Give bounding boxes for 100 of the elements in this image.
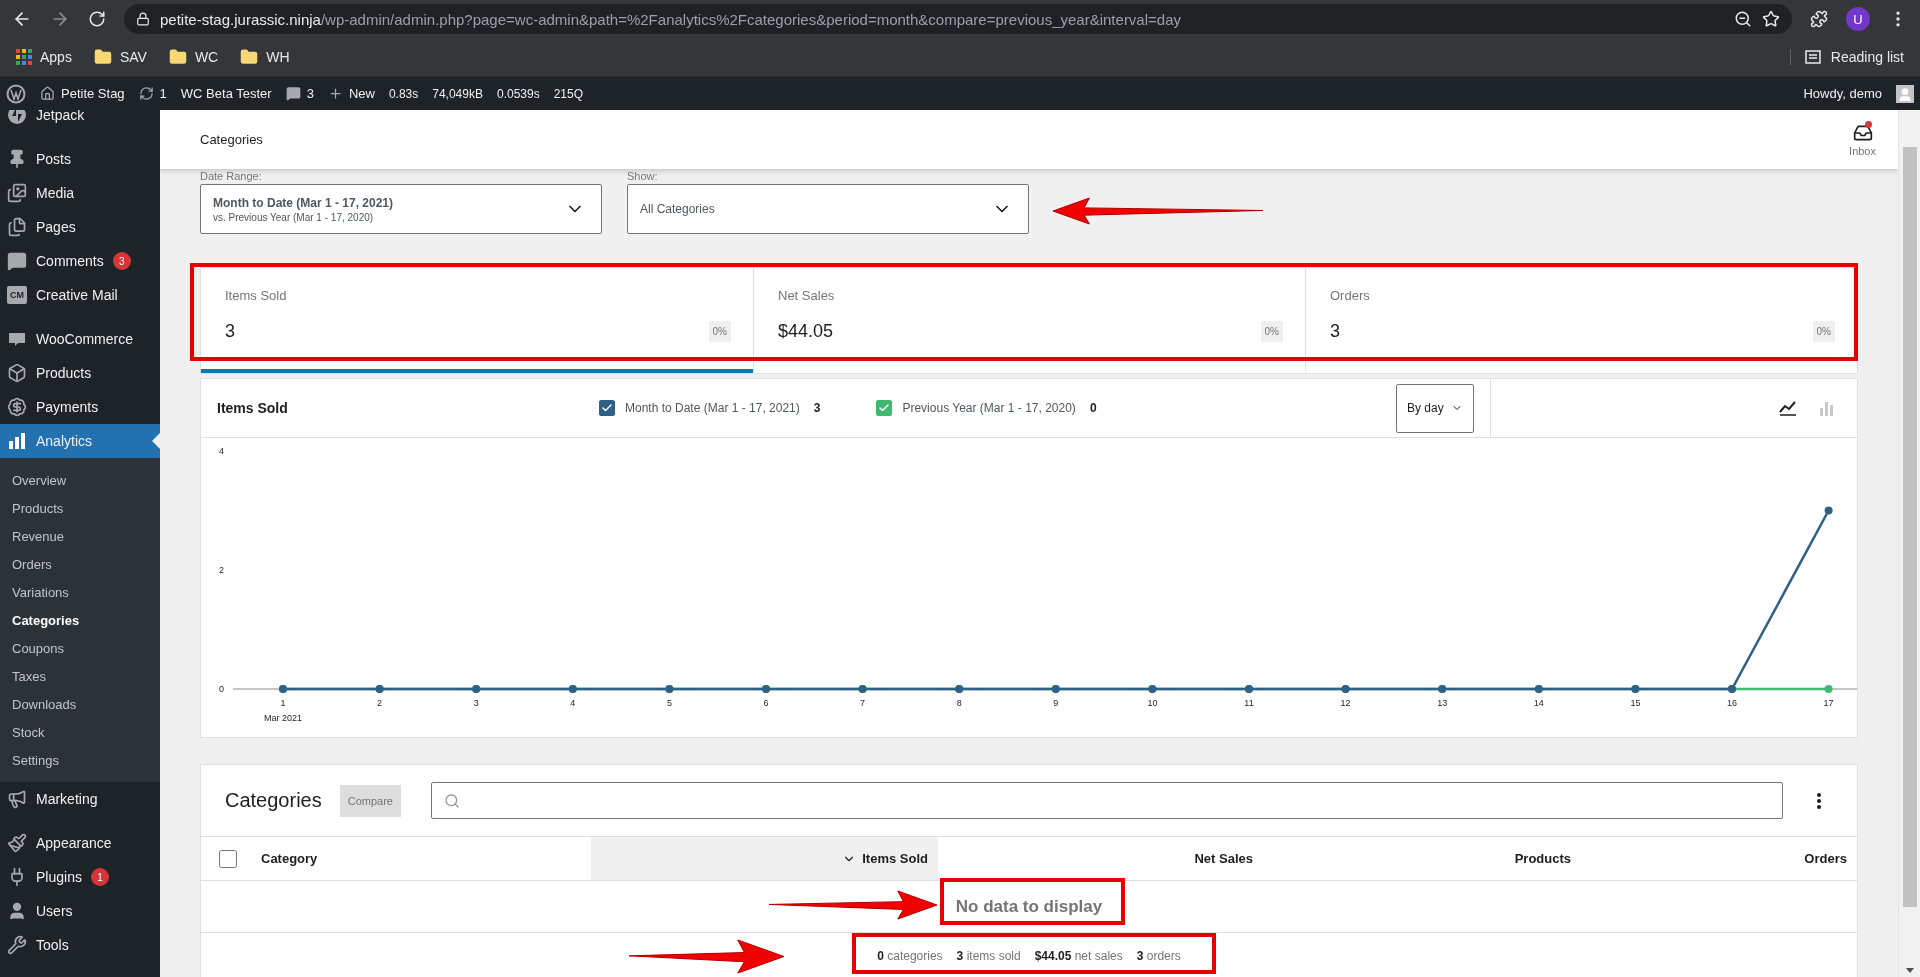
cm-icon: CM bbox=[7, 286, 27, 304]
menu-item[interactable]: Posts bbox=[0, 142, 160, 176]
menu-item[interactable]: Appearance bbox=[0, 826, 160, 860]
menu-item[interactable]: Media bbox=[0, 176, 160, 210]
reload-icon[interactable] bbox=[88, 10, 106, 28]
apps-grid-icon bbox=[16, 49, 32, 65]
submenu-item[interactable]: Categories bbox=[0, 606, 160, 634]
submenu-item[interactable]: Orders bbox=[0, 550, 160, 578]
filter-label: Show: bbox=[627, 170, 659, 184]
metric-label: Orders bbox=[1330, 288, 1371, 303]
submenu-item[interactable]: Settings bbox=[0, 746, 160, 774]
x-tick-label: 17 bbox=[1823, 698, 1834, 708]
total-summary: 3 orders bbox=[1136, 949, 1181, 963]
lock-icon bbox=[136, 12, 150, 26]
bookmark[interactable]: SAV bbox=[93, 48, 147, 66]
submenu-item[interactable]: Coupons bbox=[0, 634, 160, 662]
folder-icon bbox=[240, 48, 259, 66]
star-icon[interactable] bbox=[1762, 10, 1780, 28]
metric-value: $44.05 bbox=[778, 321, 834, 342]
select-all-checkbox[interactable] bbox=[219, 849, 237, 868]
summary-card[interactable]: Orders 3 0% bbox=[1305, 268, 1857, 373]
legend-checkbox[interactable] bbox=[876, 400, 893, 416]
y-tick-label: 4 bbox=[219, 446, 224, 456]
wordpress-logo bbox=[6, 83, 26, 104]
bookmark[interactable]: WC bbox=[168, 48, 219, 66]
summary-card[interactable]: Net Sales $44.05 0% bbox=[753, 268, 1305, 373]
submenu-item[interactable]: Stock bbox=[0, 718, 160, 746]
column-header[interactable]: Items Sold bbox=[591, 837, 938, 880]
legend-checkbox[interactable] bbox=[599, 400, 615, 416]
metric-value: 3 bbox=[225, 321, 235, 342]
summary-card[interactable]: Items Sold 3 0% bbox=[201, 268, 753, 373]
scrollbar[interactable] bbox=[1898, 110, 1920, 977]
menu-item[interactable]: CM Creative Mail bbox=[0, 278, 160, 312]
dollar-badge-icon bbox=[7, 397, 27, 417]
x-tick-label: 2 bbox=[377, 698, 383, 708]
query-stat: 74,049kB bbox=[432, 86, 483, 101]
count-badge: 3 bbox=[112, 252, 131, 270]
comments-link[interactable]: 3 bbox=[285, 86, 314, 101]
inbox-button[interactable]: Inbox bbox=[1849, 122, 1876, 157]
delta-badge: 0% bbox=[1812, 321, 1835, 342]
menu-item[interactable]: Analytics bbox=[0, 424, 160, 458]
menu-item[interactable]: Users bbox=[0, 894, 160, 928]
new-link[interactable]: New bbox=[327, 86, 375, 101]
updates-link[interactable]: 1 bbox=[138, 86, 167, 101]
menu-item[interactable]: Payments bbox=[0, 390, 160, 424]
query-stat: 0.0539s bbox=[496, 86, 540, 101]
x-tick-label: 16 bbox=[1727, 698, 1737, 708]
menu-item[interactable]: WooCommerce bbox=[0, 322, 160, 356]
menu-item[interactable]: Products bbox=[0, 356, 160, 390]
url-text: petite-stag.jurassic.ninja/wp-admin/admin.php?page=wc-admin&path=%2Fanalytics%2Fcategories&period=month&compare=previous_year&interval=day bbox=[160, 10, 1181, 28]
menu-item[interactable]: Tools bbox=[0, 928, 160, 962]
menu-item[interactable]: Comments 3 bbox=[0, 244, 160, 278]
user-avatar[interactable] bbox=[1896, 84, 1914, 103]
folder-icon bbox=[93, 48, 112, 66]
data-point bbox=[1824, 506, 1833, 515]
y-tick-label: 2 bbox=[219, 565, 224, 575]
pages-icon bbox=[7, 217, 27, 237]
x-tick-label: 8 bbox=[956, 698, 962, 708]
table-title: Categories bbox=[225, 789, 322, 812]
column-header[interactable]: Net Sales bbox=[938, 837, 1263, 880]
profile-avatar[interactable]: U bbox=[1846, 7, 1870, 31]
menu-item[interactable]: Pages bbox=[0, 210, 160, 244]
column-header[interactable]: Category bbox=[251, 837, 591, 880]
search-field[interactable] bbox=[430, 782, 1783, 819]
menu-item[interactable]: Plugins 1 bbox=[0, 860, 160, 894]
submenu-item[interactable]: Downloads bbox=[0, 690, 160, 718]
account-link[interactable]: Howdy, demo bbox=[1803, 86, 1882, 101]
legend-item[interactable]: Month to Date (Mar 1 - 17, 2021) 3 bbox=[599, 400, 821, 416]
delta-badge: 0% bbox=[1260, 321, 1283, 342]
address-bar[interactable]: petite-stag.jurassic.ninja/wp-admin/admin.php?page=wc-admin&path=%2Fanalytics%2Fcategories&period=month&compare=previous_year&interval=day bbox=[124, 4, 1792, 34]
menu-item[interactable]: Jetpack bbox=[0, 110, 160, 132]
filter-dropdown[interactable]: All Categories bbox=[627, 184, 1029, 234]
x-tick-label: 4 bbox=[570, 698, 576, 708]
menu-item[interactable]: Marketing bbox=[0, 782, 160, 816]
page-title: Categories bbox=[200, 132, 263, 147]
column-header[interactable]: Orders bbox=[1581, 837, 1857, 880]
legend-item[interactable]: Previous Year (Mar 1 - 17, 2020) 0 bbox=[876, 400, 1097, 416]
submenu-item[interactable]: Variations bbox=[0, 578, 160, 606]
compare-button[interactable]: Compare bbox=[339, 784, 401, 817]
submenu-item[interactable]: Overview bbox=[0, 466, 160, 494]
site-link[interactable]: Petite Stag bbox=[40, 86, 125, 101]
zoom-out-icon[interactable] bbox=[1734, 10, 1752, 28]
x-tick-label: 15 bbox=[1630, 698, 1641, 708]
submenu-item[interactable]: Revenue bbox=[0, 522, 160, 550]
submenu-item[interactable]: Products bbox=[0, 494, 160, 522]
bookmark[interactable]: WH bbox=[240, 48, 290, 66]
empty-message: No data to display bbox=[955, 896, 1103, 917]
bookmark[interactable]: Apps bbox=[16, 49, 72, 65]
reading-list-label[interactable]: Reading list bbox=[1830, 49, 1904, 65]
home-icon bbox=[40, 86, 55, 101]
plugin-link[interactable]: WC Beta Tester bbox=[180, 86, 272, 101]
submenu-item[interactable]: Taxes bbox=[0, 662, 160, 690]
bar-chart-icon bbox=[7, 431, 27, 451]
y-tick-label: 0 bbox=[219, 684, 224, 694]
total-summary: 3 items sold bbox=[956, 949, 1021, 963]
metric-value: 3 bbox=[1330, 321, 1340, 342]
filter-dropdown[interactable]: Month to Date (Mar 1 - 17, 2021) vs. Previous Year (Mar 1 - 17, 2020) bbox=[200, 184, 602, 234]
interval-select[interactable]: By day bbox=[1396, 383, 1474, 433]
extensions-icon[interactable] bbox=[1810, 10, 1828, 28]
column-header[interactable]: Products bbox=[1263, 837, 1581, 880]
